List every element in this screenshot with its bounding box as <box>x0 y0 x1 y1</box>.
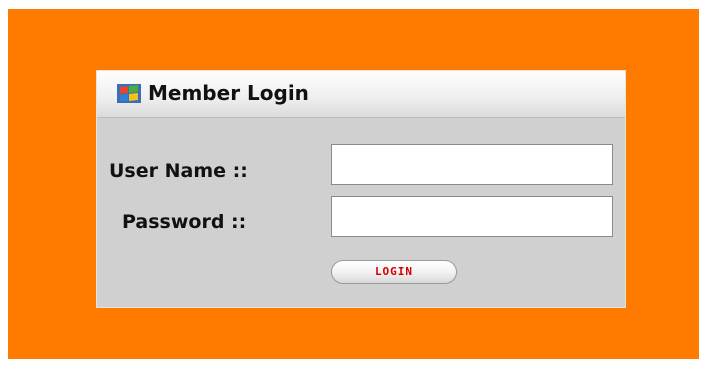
password-label: Password :: <box>122 211 247 233</box>
login-panel: Member Login User Name :: Password :: LO… <box>96 70 626 308</box>
login-button[interactable]: LOGIN <box>331 260 457 284</box>
username-label: User Name :: <box>109 160 248 182</box>
username-input[interactable] <box>331 144 613 185</box>
login-title: Member Login <box>148 81 309 105</box>
page: Member Login User Name :: Password :: LO… <box>0 0 704 365</box>
password-input[interactable] <box>331 196 613 237</box>
login-header: Member Login <box>97 71 625 118</box>
windows-logo-icon <box>117 84 141 103</box>
